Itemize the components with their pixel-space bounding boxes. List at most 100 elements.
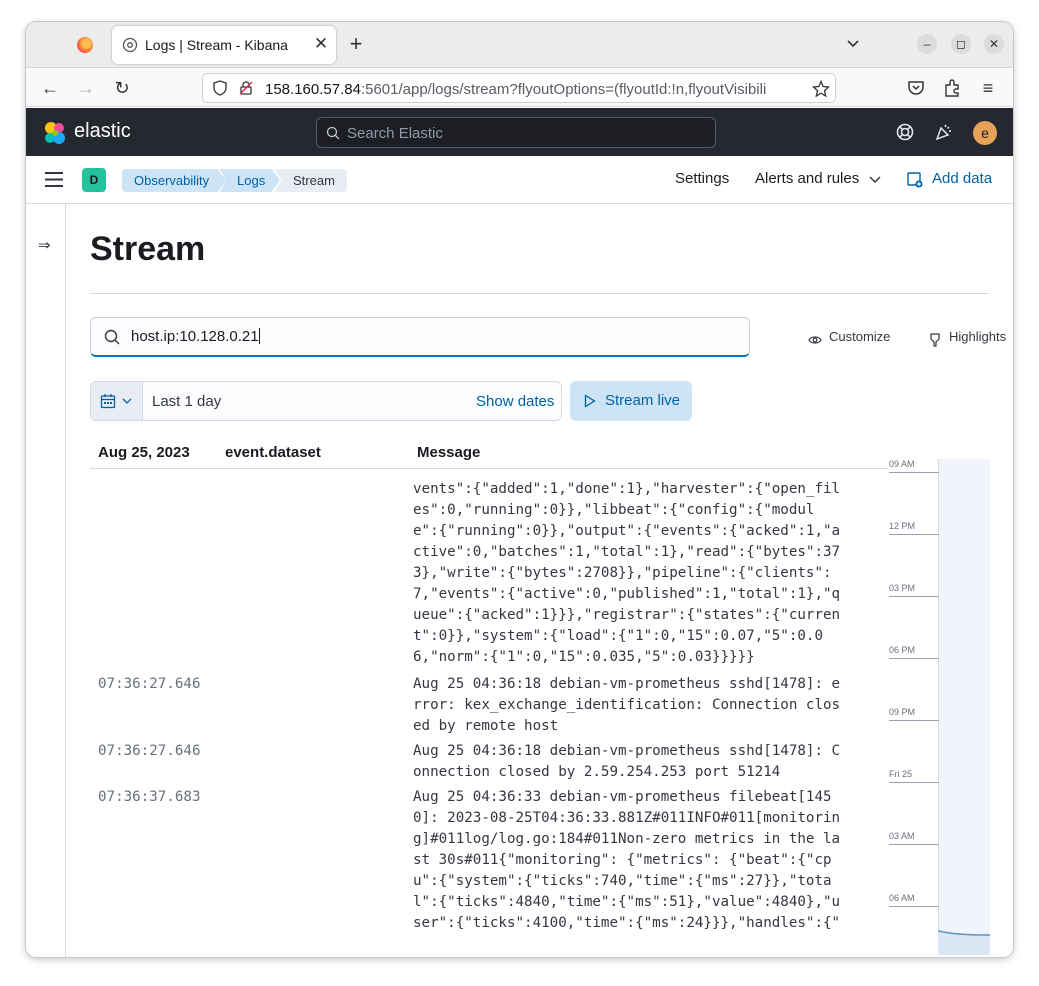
forward-arrow-icon[interactable]: →	[75, 77, 97, 99]
tab-title: Logs | Stream - Kibana	[145, 37, 288, 53]
stream-live-button[interactable]: Stream live	[570, 381, 692, 421]
log-timestamp: 07:36:27.646	[98, 743, 201, 759]
search-icon	[104, 329, 120, 345]
breadcrumb-observability[interactable]: Observability	[122, 169, 226, 192]
message-line: onnection closed by 2.59.254.253 port 51…	[413, 764, 781, 780]
kibana-header: elastic Search Elastic e	[26, 108, 1013, 156]
maximize-icon[interactable]: ◻	[951, 34, 971, 54]
minimap-track[interactable]	[938, 459, 990, 955]
minimap-label: 06 AM	[889, 893, 939, 907]
new-tab-icon[interactable]: +	[344, 32, 368, 56]
message-line: g]#011log/log.go:184#011Non-zero metrics…	[413, 831, 841, 847]
highlights-button[interactable]: Highlights	[949, 329, 1006, 344]
log-minimap[interactable]: 09 AM 12 PM 03 PM 06 PM 09 PM Fri 25 03 …	[889, 459, 990, 955]
message-line: ser":{"ticks":4100,"time":{"ms":24}}},"h…	[413, 915, 841, 931]
breadcrumb-stream: Stream	[274, 169, 347, 192]
minimap-histogram	[938, 930, 990, 955]
minimap-label: 03 AM	[889, 831, 939, 845]
bookmark-star-icon[interactable]	[812, 80, 830, 98]
message-line: 6,"norm":{"1":0,"15":0.035,"5":0.03}}}}}	[413, 649, 755, 665]
url-text: 158.160.57.84:5601/app/logs/stream?flyou…	[265, 81, 810, 98]
shield-icon[interactable]	[212, 80, 228, 96]
add-data-link[interactable]: Add data	[932, 170, 992, 187]
back-arrow-icon[interactable]: ←	[39, 77, 61, 99]
message-line: Aug 25 04:36:18 debian-vm-prometheus ssh…	[413, 676, 841, 692]
log-message: Aug 25 04:36:33 debian-vm-prometheus fil…	[413, 787, 841, 934]
close-window-icon[interactable]: ✕	[984, 34, 1004, 54]
query-text: host.ip:10.128.0.21	[131, 328, 260, 345]
elastic-logo-icon[interactable]	[42, 120, 68, 146]
message-line: ueue":{"acked":1}}},"registrar":{"states…	[413, 607, 841, 623]
stream-live-label: Stream live	[605, 392, 681, 409]
add-data-icon[interactable]	[907, 172, 923, 188]
space-avatar[interactable]: D	[82, 168, 106, 192]
column-header-date: Aug 25, 2023	[98, 444, 190, 461]
calendar-icon	[100, 394, 116, 409]
address-bar[interactable]: 158.160.57.84:5601/app/logs/stream?flyou…	[202, 73, 836, 103]
navigation-bar: ← → ↻ 158.160.57.84:5601/app/logs/stream…	[26, 69, 1013, 107]
global-search-placeholder: Search Elastic	[347, 125, 443, 142]
insecure-lock-icon[interactable]	[238, 80, 254, 96]
brand-name[interactable]: elastic	[74, 120, 131, 143]
message-line: 0]: 2023-08-25T04:36:33.881Z#011INFO#011…	[413, 810, 841, 826]
chevron-down-icon[interactable]	[843, 34, 863, 54]
search-icon	[326, 126, 340, 140]
customize-button[interactable]: Customize	[829, 329, 890, 344]
minimap-label: 09 AM	[889, 459, 939, 473]
log-message: Aug 25 04:36:18 debian-vm-prometheus ssh…	[413, 741, 841, 783]
chevron-down-icon[interactable]	[868, 175, 882, 185]
message-line: ctive":0,"batches":1,"total":1},"read":{…	[413, 544, 841, 560]
message-line: 3},"write":{"bytes":2708}},"pipeline":{"…	[413, 565, 832, 581]
extensions-icon[interactable]	[941, 77, 963, 99]
log-query-input[interactable]: host.ip:10.128.0.21	[90, 317, 750, 357]
minimap-label: 06 PM	[889, 645, 939, 659]
show-dates-link[interactable]: Show dates	[476, 393, 554, 410]
column-header-message: Message	[417, 444, 481, 461]
settings-link[interactable]: Settings	[675, 170, 729, 187]
query-value: host.ip:10.128.0.21	[131, 328, 259, 345]
quick-select-button[interactable]	[91, 382, 143, 420]
minimize-icon[interactable]: –	[917, 34, 937, 54]
user-avatar[interactable]: e	[973, 121, 997, 145]
firefox-view-icon[interactable]	[77, 37, 93, 53]
column-header-dataset: event.dataset	[225, 444, 321, 461]
log-timestamp: 07:36:37.683	[98, 789, 201, 805]
log-timestamp: 07:36:27.646	[98, 676, 201, 692]
message-line: Aug 25 04:36:18 debian-vm-prometheus ssh…	[413, 743, 841, 759]
log-message: vents":{"added":1,"done":1},"harvester":…	[413, 479, 841, 668]
reload-icon[interactable]: ↻	[111, 77, 133, 99]
expand-nav-icon[interactable]: ⇒	[38, 236, 54, 254]
breadcrumb-logs[interactable]: Logs	[220, 169, 280, 192]
kibana-favicon-icon	[122, 37, 138, 53]
chevron-down-icon	[122, 398, 132, 404]
collapsed-side-nav: ⇒	[26, 204, 66, 957]
message-line: l":{"ticks":4840,"time":{"ms":51},"value…	[413, 894, 841, 910]
message-line: e":{"running":0}},"output":{"events":{"a…	[413, 523, 841, 539]
page-title: Stream	[90, 230, 206, 268]
close-tab-icon[interactable]: ✕	[310, 33, 332, 55]
hamburger-menu-icon[interactable]	[45, 172, 63, 187]
global-search-input[interactable]: Search Elastic	[316, 117, 716, 148]
log-stream[interactable]: vents":{"added":1,"done":1},"harvester":…	[90, 469, 890, 957]
alerts-and-rules-menu[interactable]: Alerts and rules	[755, 170, 859, 187]
minimap-label: 03 PM	[889, 583, 939, 597]
browser-tab-active[interactable]: Logs | Stream - Kibana ✕	[112, 26, 336, 64]
text-caret	[258, 328, 260, 344]
tab-strip: Logs | Stream - Kibana ✕ + – ◻ ✕	[26, 22, 1013, 68]
time-range-label[interactable]: Last 1 day	[152, 393, 221, 410]
url-host: 158.160.57.84	[265, 81, 361, 98]
pocket-icon[interactable]	[905, 77, 927, 99]
help-icon[interactable]	[895, 122, 915, 142]
news-feed-icon[interactable]	[934, 122, 954, 142]
log-message: Aug 25 04:36:18 debian-vm-prometheus ssh…	[413, 674, 841, 737]
message-line: rror: kex_exchange_identification: Conne…	[413, 697, 841, 713]
main-content: Stream host.ip:10.128.0.21 Customize Hig…	[67, 204, 1013, 957]
highlighter-icon[interactable]	[930, 333, 940, 347]
play-icon	[584, 394, 596, 408]
date-picker: Last 1 day Show dates	[90, 381, 562, 421]
message-line: 7,"events":{"active":0,"published":1,"to…	[413, 586, 841, 602]
message-line: st 30s#011{"monitoring": {"metrics": {"b…	[413, 852, 832, 868]
menu-icon[interactable]: ≡	[977, 77, 999, 99]
eye-icon[interactable]	[808, 334, 822, 346]
browser-window: Logs | Stream - Kibana ✕ + – ◻ ✕ ← → ↻ 1…	[26, 22, 1013, 957]
